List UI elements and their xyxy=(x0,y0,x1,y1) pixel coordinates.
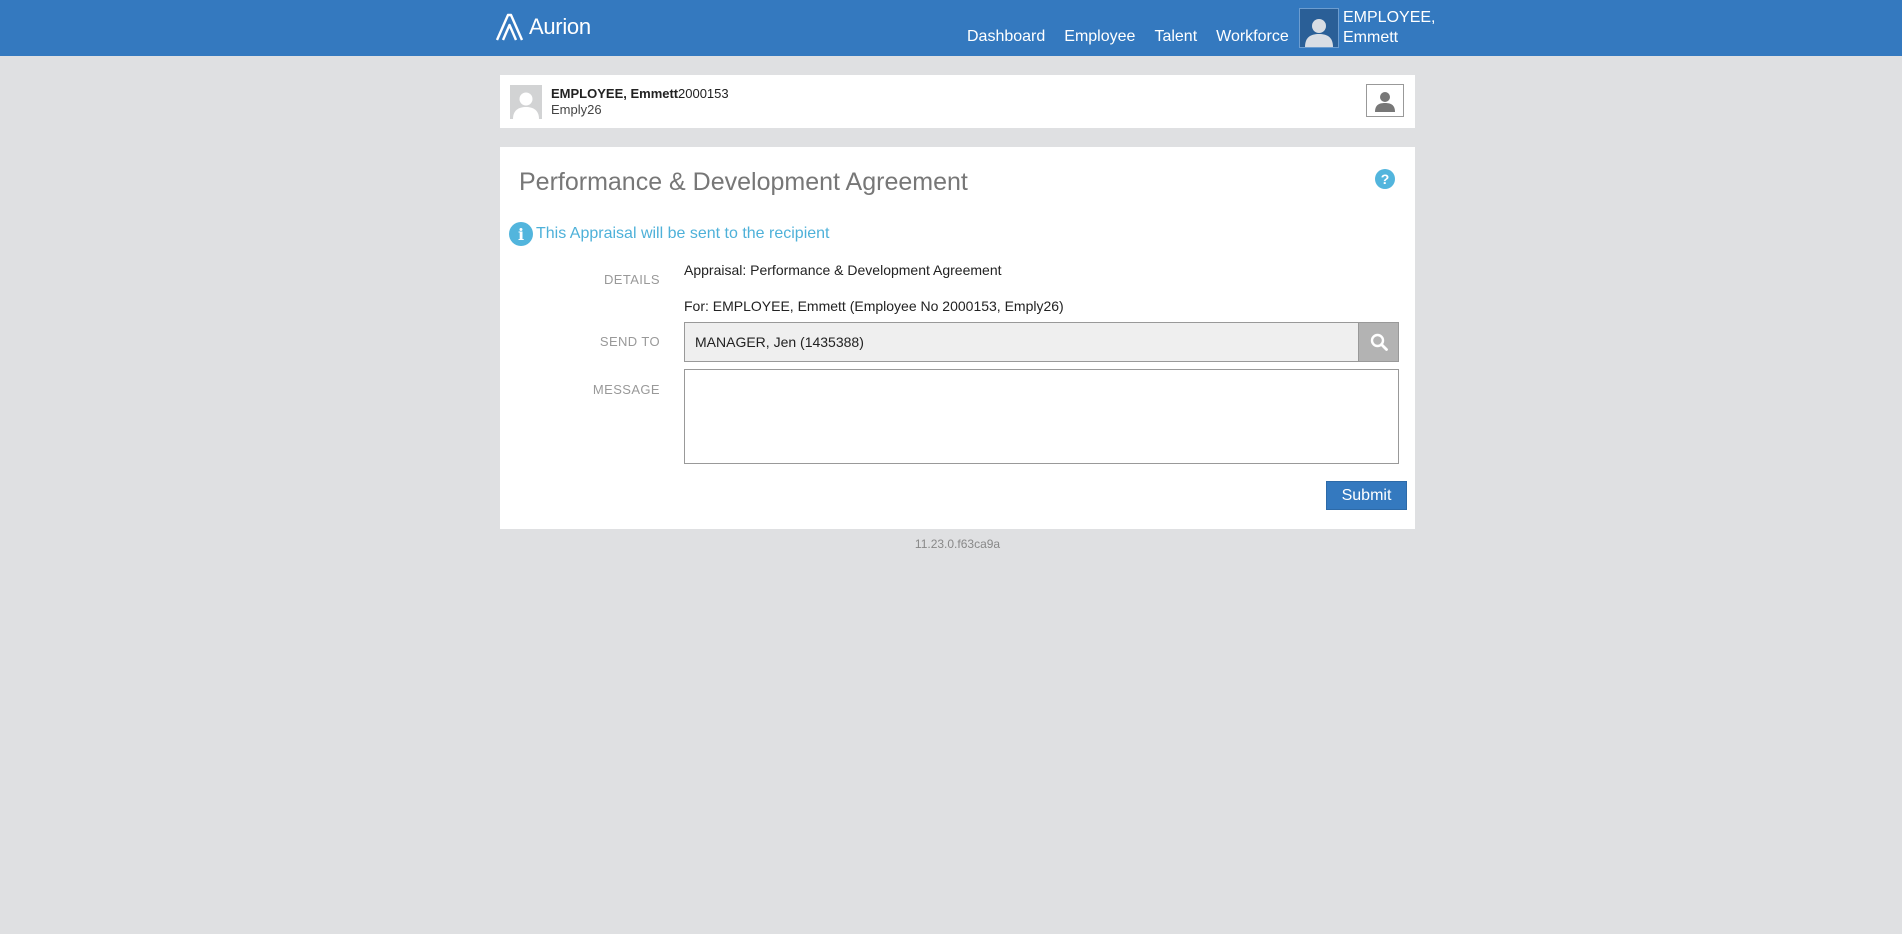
page-title: Performance & Development Agreement xyxy=(519,168,968,196)
main-nav: Dashboard Employee Talent Workforce xyxy=(967,28,1308,46)
profile-icon xyxy=(1375,91,1395,112)
appraisal-form-card: Performance & Development Agreement ? i … xyxy=(500,147,1415,529)
user-name-line1: EMPLOYEE, xyxy=(1343,9,1436,26)
user-menu[interactable]: EMPLOYEE, Emmett xyxy=(1299,8,1436,48)
user-name-line2: Emmett xyxy=(1343,29,1399,46)
details-label: DETAILS xyxy=(603,272,660,287)
submit-button[interactable]: Submit xyxy=(1326,481,1407,510)
search-icon xyxy=(1370,333,1388,351)
info-message-text: This Appraisal will be sent to the recip… xyxy=(536,225,830,242)
details-for: For: EMPLOYEE, Emmett (Employee No 20001… xyxy=(684,298,1064,314)
nav-dashboard[interactable]: Dashboard xyxy=(967,28,1045,46)
help-icon[interactable]: ? xyxy=(1375,169,1395,189)
employee-card: EMPLOYEE, Emmett 2000153 Emply26 xyxy=(500,75,1415,128)
send-to-label: SEND TO xyxy=(599,334,660,349)
info-message: i This Appraisal will be sent to the rec… xyxy=(509,222,829,246)
app-name: Aurion xyxy=(529,14,591,39)
employee-photo xyxy=(510,85,542,119)
aurion-logo[interactable]: Aurion xyxy=(495,11,591,43)
profile-button[interactable] xyxy=(1366,84,1404,117)
user-name: EMPLOYEE, Emmett xyxy=(1343,8,1436,48)
search-button[interactable] xyxy=(1358,322,1399,362)
nav-talent[interactable]: Talent xyxy=(1154,28,1197,46)
aurion-logo-icon xyxy=(495,13,524,41)
top-bar: Aurion Dashboard Employee Talent Workfor… xyxy=(0,0,1902,56)
version-text: 11.23.0.f63ca9a xyxy=(914,537,1001,551)
user-avatar-icon xyxy=(1299,8,1339,48)
employee-username: Emply26 xyxy=(551,102,602,117)
message-label: MESSAGE xyxy=(592,382,660,397)
info-icon: i xyxy=(509,222,533,246)
nav-employee[interactable]: Employee xyxy=(1064,28,1135,46)
employee-number: 2000153 xyxy=(678,86,729,101)
send-to-field[interactable]: MANAGER, Jen (1435388) xyxy=(684,322,1359,362)
message-field[interactable] xyxy=(684,369,1399,464)
details-appraisal: Appraisal: Performance & Development Agr… xyxy=(684,262,1002,278)
nav-workforce[interactable]: Workforce xyxy=(1216,28,1289,46)
employee-name: EMPLOYEE, Emmett xyxy=(551,86,679,101)
